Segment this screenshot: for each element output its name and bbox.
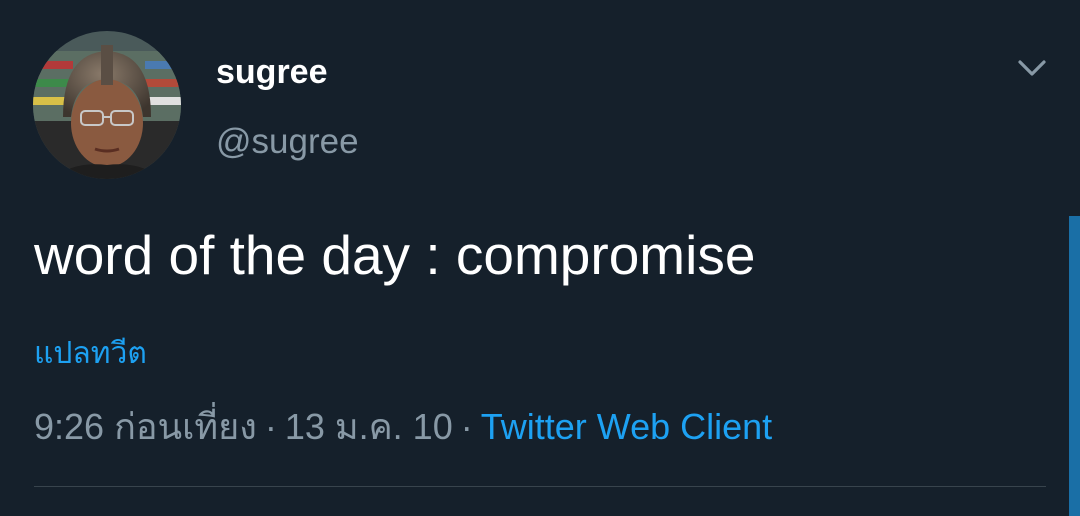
- tweet-time[interactable]: 9:26 ก่อนเที่ยง: [34, 406, 257, 447]
- tweet-detail: sugree @sugree word of the day : comprom…: [0, 0, 1080, 516]
- divider: [34, 486, 1046, 487]
- avatar[interactable]: [33, 31, 181, 179]
- chevron-down-icon[interactable]: [1012, 52, 1052, 88]
- display-name[interactable]: sugree: [216, 52, 328, 92]
- separator: ·: [264, 406, 277, 447]
- scrollbar[interactable]: [1069, 216, 1080, 516]
- separator: ·: [460, 406, 473, 447]
- translate-tweet-link[interactable]: แปลทวีต: [34, 335, 147, 373]
- user-handle[interactable]: @sugree: [216, 121, 359, 163]
- tweet-text: word of the day : compromise: [34, 224, 756, 286]
- tweet-source-link[interactable]: Twitter Web Client: [481, 406, 772, 447]
- tweet-metadata: 9:26 ก่อนเที่ยง · 13 ม.ค. 10 · Twitter Web C…: [34, 404, 772, 450]
- avatar-photo: [33, 31, 181, 179]
- tweet-date[interactable]: 13 ม.ค. 10: [285, 406, 453, 447]
